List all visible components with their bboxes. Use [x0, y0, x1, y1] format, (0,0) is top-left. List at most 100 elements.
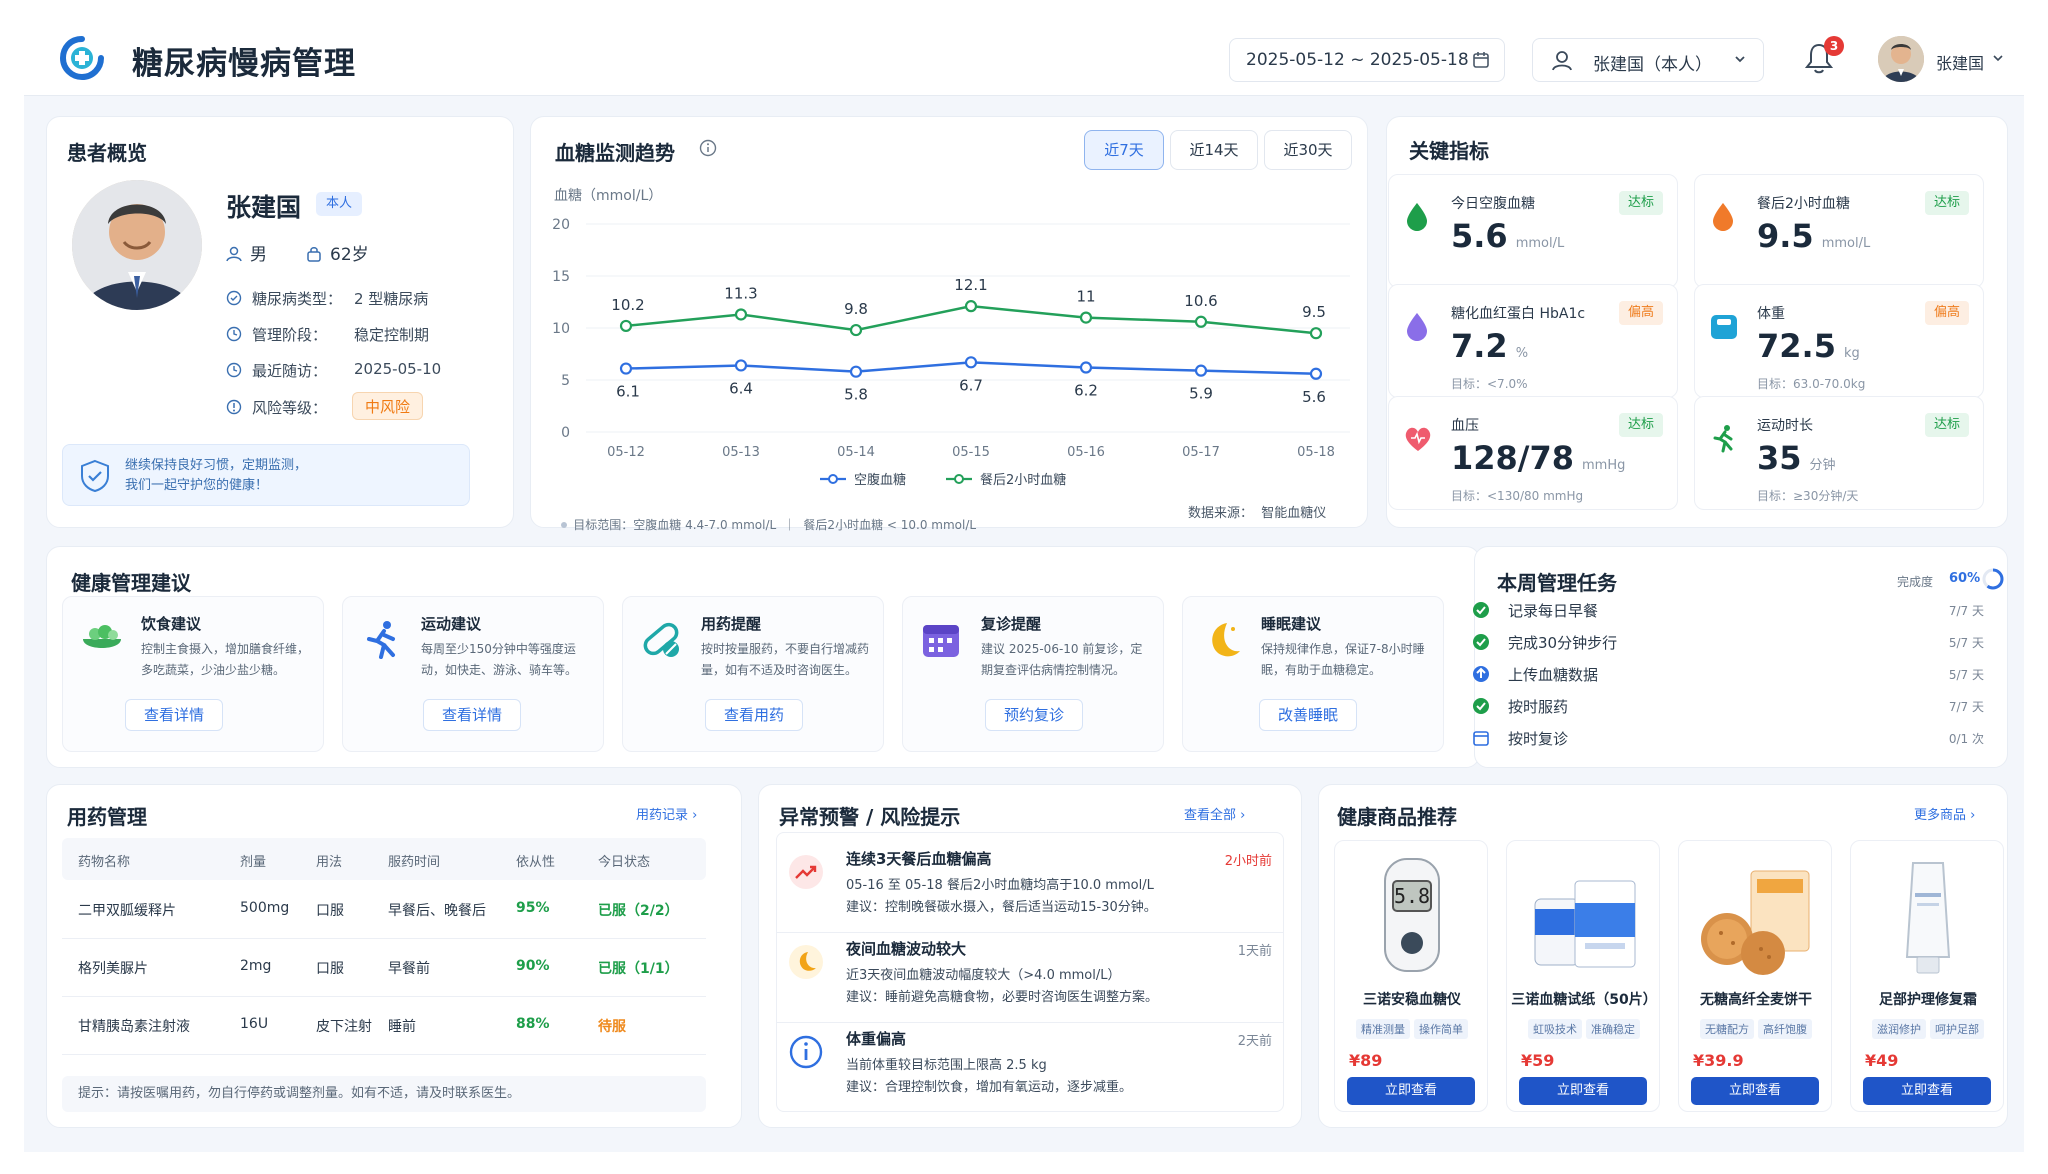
data-point[interactable]	[849, 323, 863, 337]
alert-detail: 当前体重较目标范围上限高 2.5 kg	[846, 1058, 1047, 1073]
product-tag: 呵护足部	[1930, 1019, 1984, 1039]
shield-check-icon	[81, 459, 109, 493]
drop-green-icon	[1407, 203, 1427, 231]
view-product-button[interactable]: 立即查看	[1347, 1077, 1475, 1105]
warning-circle-icon	[226, 399, 242, 415]
avatar-portrait-icon	[1878, 36, 1924, 82]
task-count: 7/7 天	[1948, 604, 1984, 618]
alert-time: 2小时前	[1224, 854, 1272, 869]
task-count: 7/7 天	[1948, 700, 1984, 714]
data-point[interactable]	[1194, 364, 1208, 377]
product-tag: 虹吸技术	[1528, 1019, 1582, 1039]
data-point[interactable]	[964, 300, 978, 313]
data-point[interactable]	[734, 359, 748, 372]
column-header: 今日状态	[598, 855, 651, 870]
advice-action-button[interactable]: 改善睡眠	[1259, 699, 1358, 731]
data-point[interactable]	[849, 365, 863, 378]
alert-item[interactable]: 体重偏高 当前体重较目标范围上限高 2.5 kg 建议：合理控制饮食，增加有氧运动，…	[776, 1028, 1284, 1108]
moon-warning-icon	[789, 945, 823, 979]
tab-7-days[interactable]: 近7天	[1084, 130, 1164, 170]
table-cell: 500mg	[240, 900, 290, 916]
header-user-name[interactable]: 张建国	[1936, 50, 1984, 74]
product-tag: 高纤饱腹	[1758, 1019, 1812, 1039]
data-point[interactable]	[734, 308, 748, 321]
data-label: 5.8	[844, 386, 868, 404]
info-icon[interactable]	[699, 139, 717, 157]
metric-title: 运动时长	[1757, 418, 1813, 434]
data-point[interactable]	[1309, 367, 1323, 380]
row-label: 糖尿病类型：	[252, 290, 343, 308]
product-name: 三诺安稳血糖仪	[1363, 992, 1461, 1008]
alert-suggestion: 建议：控制晚餐碳水摄入，餐后适当运动15-30分钟。	[846, 900, 1157, 915]
app-root: 糖尿病慢病管理 2025-05-12 ~ 2025-05-18 张建国（本人） …	[24, 0, 2024, 1152]
metric-goal: 目标：63.0-70.0kg	[1757, 377, 1866, 391]
advice-action-button[interactable]: 查看用药	[705, 699, 804, 731]
user-avatar[interactable]	[1878, 36, 1924, 82]
risk-level-badge: 中风险	[352, 392, 424, 420]
x-tick-label: 05-13	[722, 445, 760, 460]
metric-value: 9.5	[1757, 217, 1814, 255]
product-card[interactable]: 5.8 三诺安稳血糖仪 精准测量 操作简单 ¥89 立即查看	[1334, 840, 1488, 1112]
patient-selector[interactable]: 张建国（本人）	[1532, 38, 1764, 82]
product-card[interactable]: 三诺血糖试纸（50片） 虹吸技术 准确稳定 ¥59 立即查看	[1506, 840, 1660, 1112]
view-product-button[interactable]: 立即查看	[1691, 1077, 1819, 1105]
chart-target-range: 目标范围：空腹血糖 4.4-7.0 mmol/L ｜ 餐后2小时血糖 < 10.…	[546, 502, 976, 547]
date-range-picker[interactable]: 2025-05-12 ~ 2025-05-18	[1229, 38, 1505, 82]
metric-card[interactable]: 体重 72.5 kg 目标：63.0-70.0kg 偏高	[1694, 284, 1984, 398]
metric-card[interactable]: 血压 128/78 mmHg 目标：<130/80 mmHg 达标	[1388, 396, 1678, 510]
data-label: 6.1	[616, 383, 640, 401]
tab-30-days[interactable]: 近30天	[1264, 130, 1352, 170]
task-item[interactable]: 上传血糖数据 5/7 天	[1472, 662, 1984, 688]
tab-14-days[interactable]: 近14天	[1170, 130, 1258, 170]
y-tick-label: 10	[552, 321, 570, 337]
chevron-down-icon[interactable]	[1992, 52, 2004, 64]
data-point[interactable]	[1194, 315, 1208, 328]
row-value: 稳定控制期	[354, 326, 430, 344]
alert-item[interactable]: 夜间血糖波动较大 近3天夜间血糖波动幅度较大（>4.0 mmol/L） 建议：睡前避…	[776, 938, 1284, 1023]
data-point[interactable]	[1309, 327, 1323, 340]
more-products-link[interactable]: 更多商品 ›	[1914, 804, 1975, 823]
data-point[interactable]	[964, 356, 978, 369]
metric-value: 72.5	[1757, 327, 1836, 365]
product-card[interactable]: 无糖高纤全麦饼干 无糖配方 高纤饱腹 ¥39.9 立即查看	[1678, 840, 1832, 1112]
metric-status-badge: 达标	[1924, 413, 1969, 437]
y-tick-label: 0	[561, 425, 570, 441]
task-item[interactable]: 记录每日早餐 7/7 天	[1472, 598, 1984, 624]
data-point[interactable]	[619, 319, 633, 333]
advice-action-button[interactable]: 查看详情	[423, 699, 522, 731]
section-title: 健康管理建议	[71, 571, 191, 595]
check-icon	[1473, 698, 1489, 714]
running-icon	[1713, 425, 1733, 453]
advice-title: 用药提醒	[701, 615, 762, 633]
metric-card[interactable]: 运动时长 35 分钟 目标：≥30分钟/天 达标	[1694, 396, 1984, 510]
more-products-text: 更多商品	[1914, 808, 1967, 823]
data-point[interactable]	[1079, 311, 1093, 324]
data-point[interactable]	[619, 362, 633, 375]
progress-label: 完成度	[1897, 575, 1934, 589]
advice-card: 睡眠建议 保持规律作息，保证7-8小时睡眠，有助于血糖稳定。 改善睡眠	[1182, 596, 1444, 752]
table-cell: 口服	[316, 903, 344, 919]
advice-action-button[interactable]: 查看详情	[125, 699, 224, 731]
view-all-alerts-link[interactable]: 查看全部 ›	[1184, 804, 1245, 823]
metric-status-badge: 达标	[1618, 191, 1663, 215]
x-tick-label: 05-15	[952, 445, 990, 460]
medication-note: 提示：请按医嘱用药，勿自行停药或调整剂量。如有不适，请及时联系医生。	[62, 1076, 706, 1112]
test-strips-image	[1534, 880, 1636, 968]
data-point[interactable]	[1079, 361, 1093, 374]
table-cell: 已服（2/2）	[598, 903, 679, 919]
metric-card[interactable]: 今日空腹血糖 5.6 mmol/L 达标	[1388, 174, 1678, 288]
task-item[interactable]: 完成30分钟步行 5/7 天	[1472, 630, 1984, 656]
metric-card[interactable]: 餐后2小时血糖 9.5 mmol/L 达标	[1694, 174, 1984, 288]
task-item[interactable]: 按时服药 7/7 天	[1472, 694, 1984, 720]
view-product-button[interactable]: 立即查看	[1863, 1077, 1991, 1105]
advice-action-button[interactable]: 预约复诊	[985, 699, 1084, 731]
patient-avatar	[72, 180, 202, 310]
task-item[interactable]: 按时复诊 0/1 次	[1472, 726, 1984, 752]
view-product-button[interactable]: 立即查看	[1519, 1077, 1647, 1105]
medication-records-link[interactable]: 用药记录 ›	[636, 804, 697, 823]
product-card[interactable]: 足部护理修复霜 滋润修护 呵护足部 ¥49 立即查看	[1850, 840, 2004, 1112]
legend-marker	[954, 474, 964, 484]
alert-suggestion: 建议：合理控制饮食，增加有氧运动，逐步减重。	[846, 1080, 1133, 1095]
alert-item[interactable]: 连续3天餐后血糖偏高 05-16 至 05-18 餐后2小时血糖均高于10.0 m…	[776, 848, 1284, 933]
metric-card[interactable]: 糖化血红蛋白 HbA1c 7.2% 目标：<7.0% 偏高	[1388, 284, 1678, 398]
